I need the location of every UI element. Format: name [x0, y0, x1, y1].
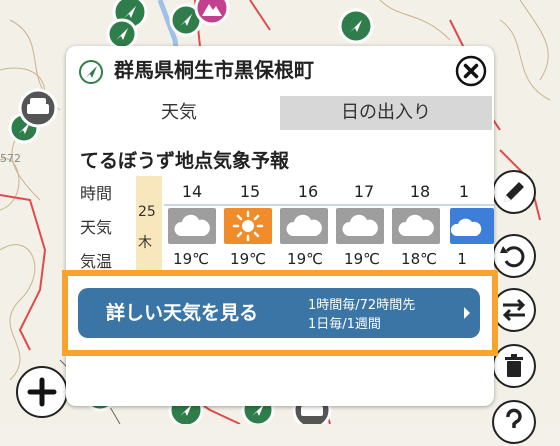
temp-value: 18℃: [401, 250, 437, 268]
cta-sub-label-daily: 1日毎/1週間: [308, 317, 381, 332]
temp-value-partial: 1: [457, 250, 467, 268]
parking-car-icon[interactable]: [18, 88, 58, 128]
hour-label: 14: [181, 182, 203, 201]
map-pin-icon[interactable]: [338, 8, 374, 44]
forecast-title: てるぼうず地点気象予報: [80, 150, 290, 172]
weather-row-line: [164, 204, 494, 206]
map-pin-icon[interactable]: [106, 18, 138, 50]
pencil-icon: [504, 182, 524, 202]
weather-cell: [280, 208, 328, 244]
temp-value: 19℃: [287, 250, 323, 268]
cta-main-label: 詳しい天気を見る: [106, 302, 259, 324]
row-label-time: 時間: [80, 184, 113, 203]
temp-value: 19℃: [230, 250, 266, 268]
undo-icon: [500, 246, 525, 268]
weather-cell-partial: [450, 208, 494, 244]
contour-label: 572: [0, 152, 21, 165]
temp-value: 19℃: [173, 250, 209, 268]
date-day: 25: [138, 204, 156, 220]
weather-cell: [336, 208, 384, 244]
temp-value: 19℃: [344, 250, 380, 268]
location-arrow-icon: [79, 60, 103, 84]
tab-weather[interactable]: 天気: [78, 96, 280, 130]
hour-label: 17: [353, 182, 375, 201]
undo-button[interactable]: [492, 234, 536, 278]
weather-cell: [224, 208, 272, 244]
chevron-right-icon: [464, 307, 470, 319]
swap-arrows-icon: [502, 298, 526, 322]
cloud-icon: [342, 214, 378, 236]
close-button[interactable]: [454, 54, 488, 88]
row-label-weather: 天気: [80, 218, 113, 237]
row-label-temp: 気温: [80, 252, 113, 271]
cloud-icon: [450, 218, 482, 236]
hour-label: 15: [239, 182, 261, 201]
help-button[interactable]: [492, 400, 536, 444]
weather-cell: [168, 208, 216, 244]
zoom-in-button[interactable]: [16, 366, 68, 418]
trash-icon: [505, 354, 523, 377]
hour-label: 18: [409, 182, 431, 201]
help-icon: [506, 408, 522, 428]
popup-header: 群馬県桐生市黒保根町: [66, 46, 494, 96]
cloud-icon: [398, 214, 434, 236]
popup-tabs: 天気 日の出入り: [78, 96, 492, 130]
plus-icon: [27, 377, 57, 407]
hour-label: 16: [297, 182, 319, 201]
tab-sunrise-sunset[interactable]: 日の出入り: [280, 96, 492, 130]
date-column: [136, 176, 162, 272]
cloud-icon: [174, 214, 210, 236]
view-detailed-weather-button[interactable]: 詳しい天気を見る 1時間毎/72時間先 1日毎/1週間: [78, 288, 480, 338]
location-title: 群馬県桐生市黒保根町: [114, 58, 314, 82]
swap-button[interactable]: [492, 288, 536, 332]
delete-button[interactable]: [492, 344, 536, 388]
cta-sub-label-hourly: 1時間毎/72時間先: [308, 298, 416, 313]
hour-label-partial: 1: [458, 182, 470, 201]
edit-button[interactable]: [492, 170, 536, 214]
cloud-icon: [286, 214, 322, 236]
sun-icon: [232, 210, 264, 242]
weather-cell: [392, 208, 440, 244]
mountain-marker-icon[interactable]: [194, 0, 230, 26]
date-weekday: 木: [138, 235, 152, 251]
